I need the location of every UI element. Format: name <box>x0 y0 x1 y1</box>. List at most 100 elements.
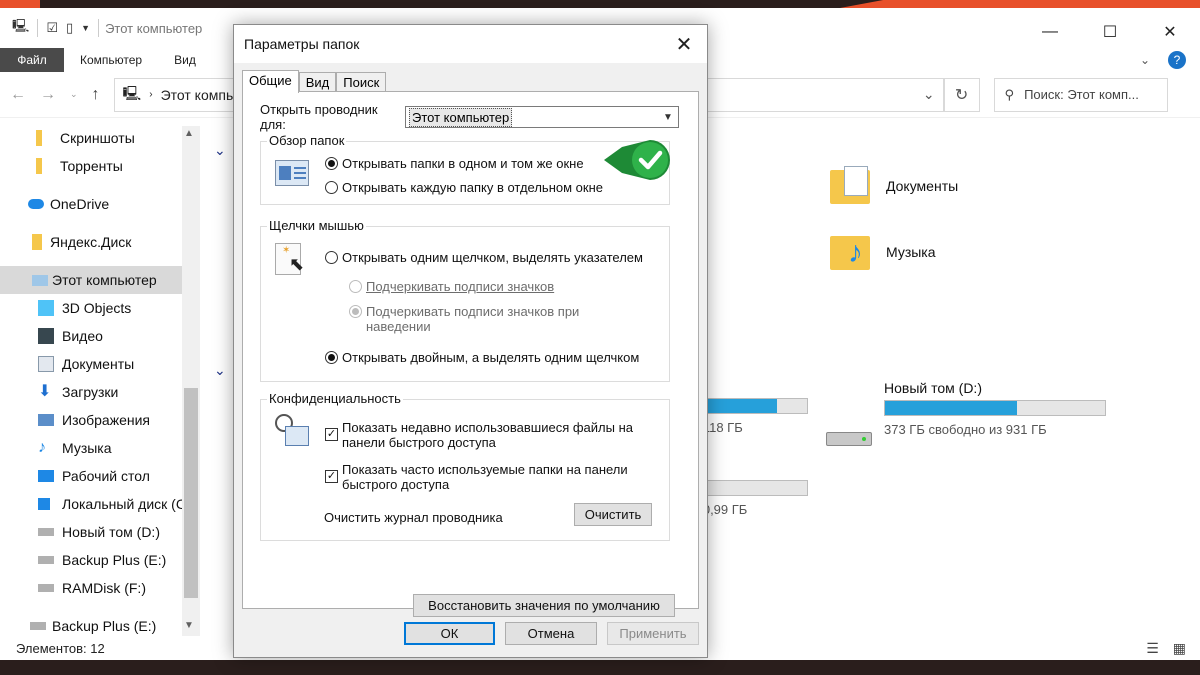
radio-same-window[interactable] <box>325 157 338 170</box>
radio-underline-always[interactable] <box>349 280 362 293</box>
toolbar-divider <box>98 19 100 37</box>
radio-new-window[interactable] <box>325 181 338 194</box>
cube-icon <box>38 300 54 316</box>
folder-tile-music[interactable]: ♪ Музыка <box>830 230 936 274</box>
cloud-icon <box>28 199 44 209</box>
search-icon: ⚲ <box>1004 86 1015 102</box>
sidebar-item[interactable]: ♪ Музыка <box>0 434 182 462</box>
back-arrow-icon[interactable]: ← <box>10 86 26 104</box>
drive-icon <box>826 426 872 448</box>
forward-arrow-icon[interactable]: → <box>40 86 56 104</box>
sidebar-item-onedrive[interactable]: OneDrive <box>0 190 182 218</box>
show-recent-label-line2[interactable]: панели быстрого доступа <box>342 435 496 450</box>
chevron-down-icon[interactable]: ▼ <box>81 23 90 33</box>
minimize-button[interactable]: — <box>1020 16 1080 48</box>
radio-double-click[interactable] <box>325 351 338 364</box>
recent-locations-icon[interactable]: ⌄ <box>70 89 78 100</box>
single-click-label[interactable]: Открывать одним щелчком, выделять указат… <box>342 250 643 265</box>
sidebar-item[interactable]: Новый том (D:) <box>0 518 182 546</box>
group-title: Щелчки мышью <box>267 218 366 233</box>
ok-button[interactable]: ОК <box>404 622 495 645</box>
new-window-label[interactable]: Открывать каждую папку в отдельном окне <box>342 180 603 195</box>
show-frequent-label-line1[interactable]: Показать часто используемые папки на пан… <box>342 462 628 477</box>
download-icon: ⬇ <box>38 383 52 400</box>
sidebar-item[interactable]: Рабочий стол <box>0 462 182 490</box>
sidebar-item-this-pc[interactable]: Этот компьютер <box>0 266 182 294</box>
sidebar-item-yandex-disk[interactable]: Яндекс.Диск <box>0 228 182 256</box>
group-title: Обзор папок <box>267 133 347 148</box>
same-window-label[interactable]: Открывать папки в одном и том же окне <box>342 156 584 171</box>
window-controls: — ☐ ✕ <box>1020 16 1200 48</box>
maximize-button[interactable]: ☐ <box>1080 16 1140 48</box>
quick-access-toolbar: 🖳 ☑ ▯ ▼ <box>0 17 100 39</box>
sidebar-item[interactable]: Документы <box>0 350 182 378</box>
sidebar-item[interactable]: ⬇ Загрузки <box>0 378 182 406</box>
group-collapse-icon[interactable]: ⌄ <box>214 362 226 379</box>
document-icon <box>38 356 54 372</box>
drive-usage-bar <box>884 400 1106 416</box>
sidebar-item[interactable]: 3D Objects <box>0 294 182 322</box>
close-button[interactable]: ✕ <box>1140 16 1200 48</box>
chevron-down-icon[interactable]: ⌄ <box>923 86 935 103</box>
expand-ribbon-icon[interactable]: ⌄ <box>1140 53 1150 67</box>
sidebar-item[interactable]: RAMDisk (F:) <box>0 574 182 602</box>
properties-icon[interactable]: ☑ <box>46 20 58 36</box>
show-recent-label-line1[interactable]: Показать недавно использовавшиеся файлы … <box>342 420 633 435</box>
clear-history-button[interactable]: Очистить <box>574 503 652 526</box>
tab-search[interactable]: Поиск <box>336 72 387 92</box>
scroll-down-icon[interactable]: ▼ <box>184 620 194 631</box>
open-explorer-label-line2: для: <box>260 117 286 132</box>
yandex-disk-icon <box>32 234 42 250</box>
group-collapse-icon[interactable]: ⌄ <box>214 142 226 159</box>
show-frequent-label-line2[interactable]: быстрого доступа <box>342 477 449 492</box>
underline-always-label[interactable]: Подчеркивать подписи значков <box>366 279 554 294</box>
folder-icon <box>36 130 42 146</box>
help-icon[interactable]: ? <box>1168 51 1186 69</box>
tab-view[interactable]: Вид <box>298 72 337 92</box>
clear-history-label: Очистить журнал проводника <box>324 510 503 525</box>
tab-general[interactable]: Общие <box>242 70 299 93</box>
open-explorer-dropdown[interactable]: Этот компьютер ▼ <box>405 106 679 128</box>
checkbox-show-recent[interactable]: ✓ <box>325 428 338 441</box>
double-click-label[interactable]: Открывать двойным, а выделять одним щелч… <box>342 350 639 365</box>
underline-hover-label-line1[interactable]: Подчеркивать подписи значков при <box>366 304 579 319</box>
sidebar-item[interactable]: Видео <box>0 322 182 350</box>
breadcrumb-separator-icon[interactable]: › <box>149 89 152 100</box>
underline-hover-label-line2[interactable]: наведении <box>366 319 431 334</box>
new-folder-icon[interactable]: ▯ <box>66 20 73 36</box>
green-check-badge-icon <box>604 140 670 180</box>
radio-single-click[interactable] <box>325 251 338 264</box>
dialog-close-icon[interactable]: ✕ <box>673 32 695 57</box>
refresh-button[interactable]: ↻ <box>943 77 980 112</box>
sidebar-item[interactable]: Локальный диск (C <box>0 490 182 518</box>
ribbon-tab-computer[interactable]: Компьютер <box>64 48 158 72</box>
large-icons-view-icon[interactable]: ▦ <box>1173 640 1186 657</box>
sidebar-item[interactable]: Скриншоты <box>0 124 182 152</box>
music-folder-icon: ♪ <box>830 230 874 274</box>
drive-icon <box>38 556 54 564</box>
up-arrow-icon[interactable]: ↑ <box>92 86 100 104</box>
ribbon-tab-view[interactable]: Вид <box>158 48 212 72</box>
drive-tile-d[interactable]: Новый том (D:) 373 ГБ свободно из 931 ГБ <box>884 380 1106 437</box>
sidebar-scrollbar-thumb[interactable] <box>184 388 198 598</box>
cancel-button[interactable]: Отмена <box>505 622 597 645</box>
radio-underline-hover[interactable] <box>349 305 362 318</box>
folder-tile-documents[interactable]: Документы <box>830 164 958 208</box>
background-stripe-right <box>840 0 1200 8</box>
navigation-pane: Скриншоты Торренты OneDrive Яндекс.Диск … <box>0 118 200 638</box>
details-view-icon[interactable]: ☰ <box>1146 640 1159 657</box>
dialog-title: Параметры папок <box>234 25 707 63</box>
sidebar-item[interactable]: Изображения <box>0 406 182 434</box>
folder-options-dialog: Параметры папок ✕ Общие Вид Поиск Открыт… <box>233 24 708 658</box>
sidebar-item[interactable]: Backup Plus (E:) <box>0 546 182 574</box>
scroll-up-icon[interactable]: ▲ <box>184 128 194 139</box>
restore-defaults-button[interactable]: Восстановить значения по умолчанию <box>413 594 675 617</box>
drive-icon <box>38 528 54 536</box>
sidebar-item[interactable]: Торренты <box>0 152 182 180</box>
image-icon <box>38 414 54 426</box>
chevron-down-icon: ▼ <box>663 111 673 123</box>
search-input[interactable]: ⚲ Поиск: Этот комп... <box>993 77 1168 112</box>
checkbox-show-frequent[interactable]: ✓ <box>325 470 338 483</box>
ribbon-tab-file[interactable]: Файл <box>0 48 64 72</box>
apply-button[interactable]: Применить <box>607 622 699 645</box>
